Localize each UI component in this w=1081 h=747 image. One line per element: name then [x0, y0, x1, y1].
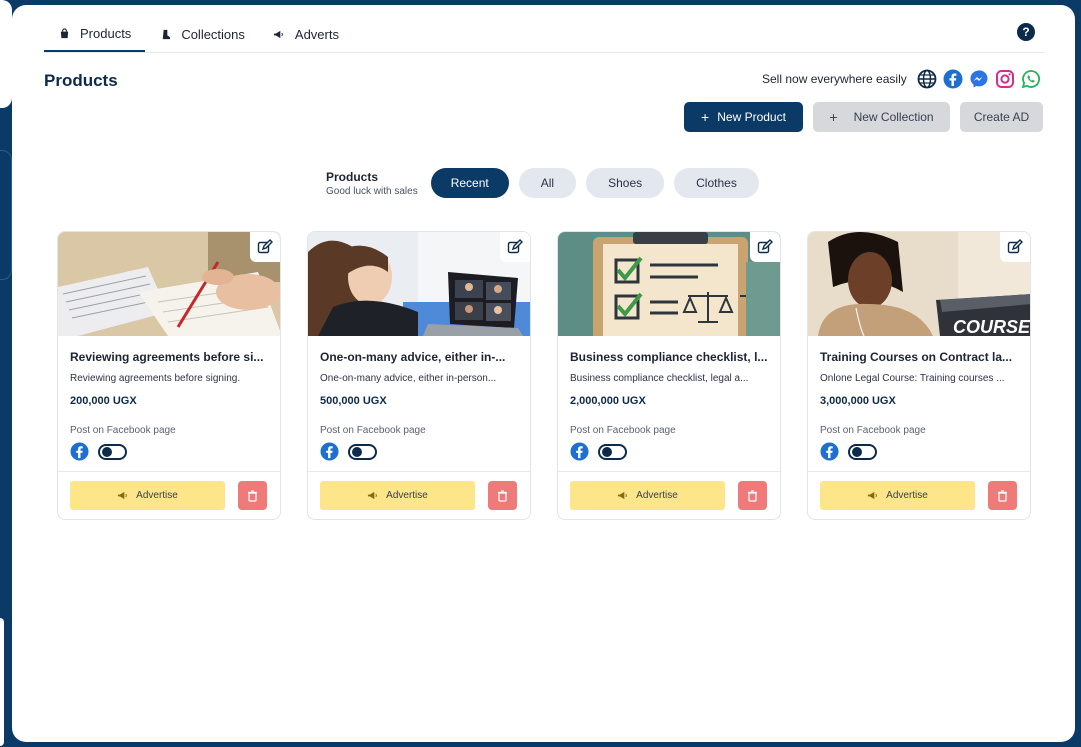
- facebook-icon: [70, 442, 89, 461]
- tab-adverts[interactable]: Adverts: [259, 17, 353, 52]
- product-description: Reviewing agreements before signing.: [70, 373, 241, 384]
- sidebar-edge-bottom: [0, 618, 4, 746]
- product-price: 2,000,000 UGX: [570, 395, 646, 407]
- product-price: 3,000,000 UGX: [820, 395, 896, 407]
- sell-text: Sell now everywhere easily: [762, 72, 907, 86]
- plus-icon: +: [829, 109, 838, 125]
- new-collection-button[interactable]: + New Collection: [813, 102, 950, 132]
- tab-label: Products: [80, 26, 132, 41]
- globe-icon[interactable]: [917, 69, 937, 89]
- tab-label: Collections: [181, 27, 245, 42]
- megaphone-icon: [618, 491, 628, 500]
- advertise-label: Advertise: [886, 490, 928, 501]
- facebook-icon: [820, 442, 839, 461]
- new-product-label: New Product: [717, 110, 786, 124]
- megaphone-icon: [118, 491, 128, 500]
- product-image: COURSE: [808, 232, 1030, 336]
- advertise-label: Advertise: [136, 490, 178, 501]
- action-bar: + New Product + New Collection Create AD: [684, 102, 1043, 132]
- megaphone-icon: [368, 491, 378, 500]
- bag-icon: [58, 28, 70, 40]
- product-description: Business compliance checklist, legal a..…: [570, 373, 749, 384]
- product-title[interactable]: Reviewing agreements before si...: [70, 350, 268, 364]
- chip-recent[interactable]: Recent: [430, 168, 509, 198]
- edit-icon[interactable]: [250, 232, 280, 262]
- facebook-post-toggle[interactable]: [348, 443, 377, 460]
- boot-icon: [159, 29, 171, 41]
- delete-button[interactable]: [488, 481, 517, 510]
- sidebar-edge-dark: [0, 150, 12, 280]
- megaphone-icon: [868, 491, 878, 500]
- chip-clothes[interactable]: Clothes: [674, 168, 759, 198]
- advertise-label: Advertise: [386, 490, 428, 501]
- edit-icon[interactable]: [500, 232, 530, 262]
- megaphone-icon: [273, 29, 285, 41]
- product-price: 200,000 UGX: [70, 395, 137, 407]
- trash-icon: [498, 489, 507, 502]
- product-card: Reviewing agreements before si... Review…: [57, 231, 281, 520]
- trash-icon: [248, 489, 257, 502]
- advertise-button[interactable]: Advertise: [320, 481, 475, 510]
- facebook-post-toggle[interactable]: [848, 443, 877, 460]
- facebook-post-toggle[interactable]: [598, 443, 627, 460]
- filter-subtitle: Good luck with sales: [326, 185, 418, 197]
- edit-icon[interactable]: [750, 232, 780, 262]
- help-icon[interactable]: ?: [1017, 23, 1035, 41]
- trash-icon: [998, 489, 1007, 502]
- product-image: [308, 232, 530, 336]
- page-title: Products: [44, 71, 118, 90]
- create-ad-button[interactable]: Create AD: [960, 102, 1043, 132]
- post-label: Post on Facebook page: [320, 425, 426, 436]
- advertise-button[interactable]: Advertise: [570, 481, 725, 510]
- course-text: COURSE: [953, 317, 1030, 336]
- post-label: Post on Facebook page: [70, 425, 176, 436]
- product-title[interactable]: One-on-many advice, either in-...: [320, 350, 518, 364]
- product-grid: Reviewing agreements before si... Review…: [57, 231, 1031, 520]
- product-title[interactable]: Business compliance checklist, l...: [570, 350, 768, 364]
- product-card: Business compliance checklist, l... Busi…: [557, 231, 781, 520]
- instagram-icon[interactable]: [995, 69, 1015, 89]
- whatsapp-icon[interactable]: [1021, 69, 1041, 89]
- tab-bar: Products Collections Adverts: [44, 17, 1044, 53]
- facebook-icon[interactable]: [943, 69, 963, 89]
- advertise-button[interactable]: Advertise: [70, 481, 225, 510]
- delete-button[interactable]: [738, 481, 767, 510]
- filter-title: Products: [326, 169, 379, 184]
- facebook-post-toggle[interactable]: [98, 443, 127, 460]
- delete-button[interactable]: [988, 481, 1017, 510]
- tab-label: Adverts: [294, 27, 339, 42]
- chip-shoes[interactable]: Shoes: [586, 168, 665, 198]
- sell-everywhere: Sell now everywhere easily: [762, 69, 1041, 89]
- chip-all[interactable]: All: [518, 168, 577, 198]
- new-product-button[interactable]: + New Product: [684, 102, 803, 132]
- create-ad-label: Create AD: [973, 110, 1030, 124]
- filter-heading: Products Good luck with sales: [326, 170, 418, 197]
- messenger-icon[interactable]: [969, 69, 989, 89]
- delete-button[interactable]: [238, 481, 267, 510]
- product-image: [58, 232, 280, 336]
- main-panel: Products Collections Adverts ? Products …: [12, 5, 1075, 742]
- advertise-button[interactable]: Advertise: [820, 481, 975, 510]
- facebook-icon: [570, 442, 589, 461]
- plus-icon: +: [701, 109, 710, 125]
- tab-collections[interactable]: Collections: [145, 17, 259, 52]
- post-label: Post on Facebook page: [820, 425, 926, 436]
- advertise-label: Advertise: [636, 490, 678, 501]
- new-collection-label: New Collection: [853, 110, 934, 124]
- product-price: 500,000 UGX: [320, 395, 387, 407]
- product-card: One-on-many advice, either in-... One-on…: [307, 231, 531, 520]
- product-card: COURSE Training Courses on Contract la..…: [807, 231, 1031, 520]
- facebook-icon: [320, 442, 339, 461]
- tab-products[interactable]: Products: [44, 17, 146, 52]
- product-title[interactable]: Training Courses on Contract la...: [820, 350, 1018, 364]
- product-image: [558, 232, 780, 336]
- trash-icon: [748, 489, 757, 502]
- post-label: Post on Facebook page: [570, 425, 676, 436]
- product-description: One-on-many advice, either in-person...: [320, 373, 497, 384]
- product-description: Onlone Legal Course: Training courses ..…: [820, 373, 1005, 384]
- edit-icon[interactable]: [1000, 232, 1030, 262]
- sidebar-edge: [0, 0, 12, 108]
- product-filter: Products Good luck with sales Recent All…: [326, 168, 769, 198]
